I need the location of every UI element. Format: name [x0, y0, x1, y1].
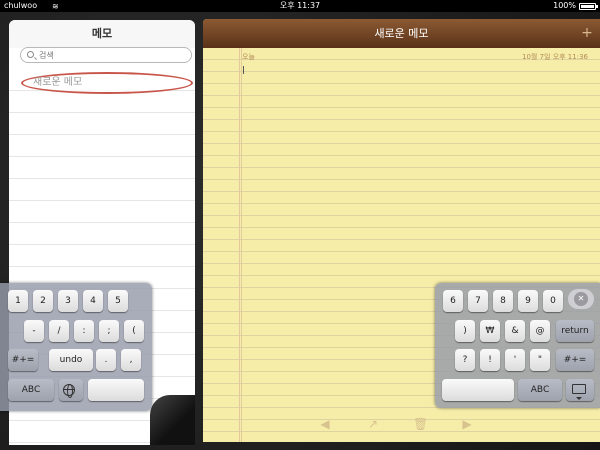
key-open-paren[interactable]: ( — [124, 320, 144, 342]
key-9[interactable]: 9 — [518, 290, 538, 312]
share-icon[interactable]: ↗ — [366, 417, 380, 431]
key-abc-left[interactable]: ABC — [8, 379, 54, 401]
key-at[interactable]: @ — [530, 320, 550, 342]
battery-icon — [579, 3, 598, 10]
battery-percent: 100% — [553, 1, 576, 10]
key-abc-right[interactable]: ABC — [518, 379, 562, 401]
key-symbols[interactable]: #+= — [8, 349, 38, 371]
status-bar: chulwoo ≋ 오후 11:37 100% — [0, 0, 600, 12]
key-colon[interactable]: : — [74, 320, 94, 342]
key-0[interactable]: 0 — [543, 290, 563, 312]
key-7[interactable]: 7 — [468, 290, 488, 312]
key-quote[interactable]: " — [530, 349, 550, 371]
key-semicolon[interactable]: ; — [99, 320, 119, 342]
key-period[interactable]: . — [96, 349, 116, 371]
search-input[interactable] — [39, 48, 189, 62]
key-won[interactable]: ₩ — [480, 320, 500, 342]
paper-margin-line — [239, 48, 242, 442]
key-5[interactable]: 5 — [108, 290, 128, 312]
search-icon — [27, 51, 34, 58]
key-close-paren[interactable]: ) — [455, 320, 475, 342]
key-comma[interactable]: , — [121, 349, 141, 371]
key-apostrophe[interactable]: ' — [505, 349, 525, 371]
key-question[interactable]: ? — [455, 349, 475, 371]
key-hyphen[interactable]: - — [24, 320, 44, 342]
globe-icon — [63, 384, 75, 398]
key-symbols-right[interactable]: #+= — [556, 349, 594, 371]
note-datetime: 10월 7일 오후 11:36 — [522, 53, 588, 61]
key-6[interactable]: 6 — [443, 290, 463, 312]
text-cursor — [243, 66, 244, 74]
key-space-right[interactable] — [442, 379, 514, 401]
key-2[interactable]: 2 — [33, 290, 53, 312]
next-note-icon[interactable]: ▶ — [460, 417, 474, 431]
key-ampersand[interactable]: & — [505, 320, 525, 342]
keyboard-hide-icon — [572, 384, 586, 400]
previous-note-icon[interactable]: ◀ — [318, 417, 332, 431]
key-slash[interactable]: / — [49, 320, 69, 342]
key-8[interactable]: 8 — [493, 290, 513, 312]
key-exclamation[interactable]: ! — [480, 349, 500, 371]
key-1[interactable]: 1 — [8, 290, 28, 312]
trash-icon[interactable]: 🗑 — [413, 417, 428, 431]
note-title: 새로운 메모 — [374, 27, 429, 40]
add-note-button[interactable]: + — [580, 26, 594, 41]
key-return[interactable]: return — [556, 320, 594, 342]
status-time: 오후 11:37 — [279, 1, 321, 10]
search-field[interactable] — [20, 47, 192, 63]
page-curl — [150, 395, 195, 445]
key-space-left[interactable] — [88, 379, 144, 401]
notes-list-title: 메모 — [9, 20, 195, 48]
list-item-new-note[interactable]: 새로운 메모 — [21, 72, 193, 94]
delete-icon: ✕ — [574, 292, 588, 306]
key-3[interactable]: 3 — [58, 290, 78, 312]
delete-key[interactable]: ✕ — [568, 289, 594, 309]
key-undo[interactable]: undo — [49, 349, 93, 371]
note-title-bar: 새로운 메모 + — [203, 19, 600, 48]
note-today-label: 오늘 — [242, 53, 255, 61]
key-4[interactable]: 4 — [83, 290, 103, 312]
